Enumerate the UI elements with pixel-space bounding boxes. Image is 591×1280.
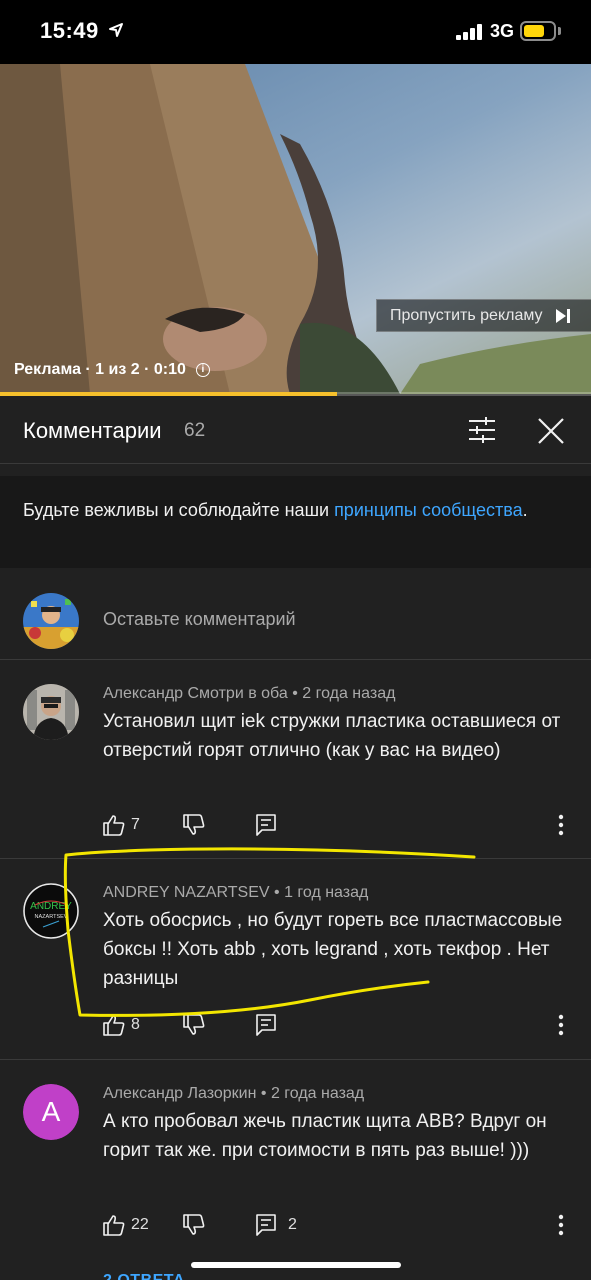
avatar[interactable]: А — [23, 1084, 79, 1140]
skip-ad-label: Пропустить рекламу — [390, 306, 543, 324]
like-button[interactable]: 7 — [103, 814, 140, 836]
ad-info: Реклама · 1 из 2 · 0:10 i — [14, 361, 210, 379]
more-options-icon[interactable] — [558, 814, 564, 836]
signal-strength-icon — [456, 24, 484, 40]
comments-count: 62 — [184, 420, 206, 441]
reply-comment-icon — [256, 814, 276, 836]
community-guidelines-banner: Будьте вежливы и соблюдайте наши принцип… — [0, 476, 591, 568]
add-comment-input[interactable]: Оставьте комментарий — [103, 609, 296, 630]
comment-text: Установил щит iek стружки пластика остав… — [103, 711, 561, 761]
avatar[interactable] — [23, 684, 79, 740]
reply-button[interactable] — [256, 1014, 282, 1036]
reply-comment-icon — [256, 1014, 276, 1036]
location-arrow-icon — [109, 23, 123, 37]
comments-title: Комментарии — [23, 418, 162, 443]
comment-item: А Александр Лазоркин • 2 года назад А кт… — [0, 1061, 591, 1280]
like-count: 22 — [131, 1216, 149, 1233]
comment-author[interactable]: ANDREY NAZARTSEV — [103, 884, 270, 901]
add-comment-row[interactable]: Оставьте комментарий — [0, 580, 591, 660]
comment-text: Хоть обосрись , но будут гореть все плас… — [103, 910, 563, 989]
comment-meta: Александр Лазоркин • 2 года назад — [103, 1085, 365, 1102]
thumbs-down-icon — [183, 1214, 205, 1235]
sort-filter-icon[interactable] — [468, 417, 496, 443]
like-count: 7 — [131, 816, 140, 833]
skip-next-icon — [555, 308, 570, 323]
comment-time: 1 год назад — [284, 884, 369, 901]
avatar-text-2: NAZARTSEV — [35, 914, 68, 920]
guidelines-link[interactable]: принципы сообщества — [334, 500, 523, 520]
comment-item: ANDREY NAZARTSEV ANDREY NAZARTSEV • 1 го… — [0, 860, 591, 1060]
battery-icon — [520, 21, 556, 41]
my-avatar — [23, 593, 79, 649]
info-icon[interactable]: i — [195, 363, 210, 377]
comment-item: Александр Смотри в оба • 2 года назад Ус… — [0, 661, 591, 859]
video-player[interactable]: Пропустить рекламу Реклама · 1 из 2 · 0:… — [0, 64, 591, 394]
battery-tip — [558, 27, 561, 35]
dislike-button[interactable] — [183, 1214, 205, 1236]
comment-time: 2 года назад — [270, 1085, 365, 1102]
thumbs-up-icon — [103, 1015, 125, 1036]
more-options-icon[interactable] — [558, 1214, 564, 1236]
like-count: 8 — [131, 1016, 140, 1033]
comment-meta: ANDREY NAZARTSEV • 1 год назад — [103, 884, 369, 901]
skip-ad-button[interactable]: Пропустить рекламу — [376, 299, 591, 332]
view-replies-link[interactable]: 2 ОТВЕТА — [103, 1272, 185, 1280]
reply-count: 2 — [288, 1216, 297, 1233]
close-icon[interactable] — [537, 417, 565, 445]
comment-meta: Александр Смотри в оба • 2 года назад — [103, 685, 396, 702]
avatar[interactable]: ANDREY NAZARTSEV — [23, 883, 79, 939]
ad-info-text: Реклама · 1 из 2 · 0:10 — [14, 361, 186, 378]
like-button[interactable]: 22 — [103, 1214, 149, 1236]
comments-header: Комментарии 62 — [0, 396, 591, 464]
reply-comment-icon — [256, 1214, 276, 1236]
guidelines-end: . — [522, 500, 528, 520]
thumbs-down-icon — [183, 814, 205, 835]
status-bar: 15:49 3G — [0, 0, 591, 64]
dislike-button[interactable] — [183, 1014, 205, 1036]
avatar-letter: А — [41, 1096, 61, 1127]
video-frame — [0, 64, 591, 394]
guidelines-text: Будьте вежливы и соблюдайте наши — [23, 500, 335, 520]
comment-author[interactable]: Александр Смотри в оба — [103, 685, 288, 702]
home-indicator[interactable] — [191, 1262, 401, 1268]
comment-actions: 8 — [103, 1014, 573, 1038]
comment-text: А кто пробовал жечь пластик щита ABB? Вд… — [103, 1111, 547, 1161]
avatar-text-1: ANDREY — [30, 901, 72, 912]
comment-actions: 22 2 — [103, 1214, 573, 1238]
thumbs-up-icon — [103, 1215, 125, 1236]
dislike-button[interactable] — [183, 814, 205, 836]
thumbs-up-icon — [103, 815, 125, 836]
reply-button[interactable] — [256, 814, 282, 836]
comment-time: 2 года назад — [302, 685, 396, 702]
reply-button[interactable]: 2 — [256, 1214, 297, 1236]
like-button[interactable]: 8 — [103, 1014, 140, 1036]
network-type: 3G — [490, 21, 515, 41]
more-options-icon[interactable] — [558, 1014, 564, 1036]
thumbs-down-icon — [183, 1014, 205, 1035]
comment-author[interactable]: Александр Лазоркин — [103, 1085, 256, 1102]
status-time: 15:49 — [40, 18, 99, 43]
comment-actions: 7 — [103, 814, 573, 838]
